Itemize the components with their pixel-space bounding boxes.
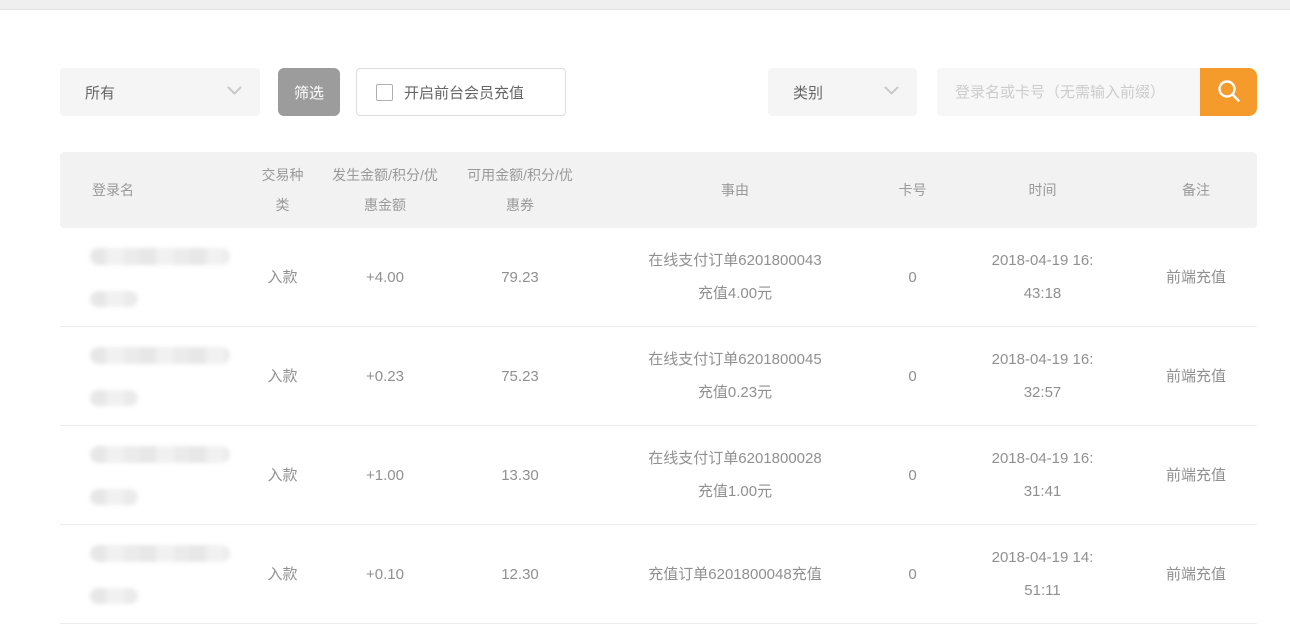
reason-cell: 在线支付订单6201800045充值0.23元 [595,327,875,426]
toolbar: 所有 筛选 开启前台会员充值 类别 [0,68,1290,116]
transactions-table: 登录名 交易种类 发生金额/积分/优惠金额 可用金额/积分/优惠券 事由 卡号 … [60,152,1257,624]
time-cell: 2018-04-19 16:43:18 [950,228,1135,327]
front-recharge-checkbox-group[interactable]: 开启前台会员充值 [356,68,566,116]
amount-cell: +4.00 [325,228,445,327]
col-header-time: 时间 [950,152,1135,228]
trade-type-cell: 入款 [240,525,325,624]
card-no-cell: 0 [875,525,950,624]
col-header-available: 可用金额/积分/优惠券 [445,152,595,228]
reason-cell: 在线支付订单6201800043充值4.00元 [595,228,875,327]
redacted-text-blur [90,489,138,505]
category-select-value: 类别 [793,82,823,103]
redacted-text-blur [90,248,230,265]
amount-cell: +1.00 [325,426,445,525]
note-cell: 前端充值 [1135,525,1257,624]
card-no-cell: 0 [875,327,950,426]
table-row: 入款 +0.10 12.30 充值订单6201800048充值 0 2018-0… [60,525,1257,624]
filter-button[interactable]: 筛选 [278,68,340,116]
available-cell: 79.23 [445,228,595,327]
redacted-login [60,228,240,327]
reason-cell: 充值订单6201800048充值 [595,525,875,624]
search-icon [1215,77,1243,108]
col-header-reason: 事由 [595,152,875,228]
amount-cell: +0.23 [325,327,445,426]
available-cell: 75.23 [445,327,595,426]
chevron-down-icon [884,83,899,101]
scope-select-value: 所有 [85,82,115,103]
time-cell: 2018-04-19 16:31:41 [950,426,1135,525]
search-button[interactable] [1200,68,1257,116]
note-cell: 前端充值 [1135,426,1257,525]
redacted-login [60,327,240,426]
col-header-login: 登录名 [60,152,240,228]
redacted-text-blur [90,347,230,364]
card-no-cell: 0 [875,228,950,327]
time-cell: 2018-04-19 16:32:57 [950,327,1135,426]
redacted-login [60,525,240,624]
checkbox-unchecked-icon[interactable] [376,84,393,101]
card-no-cell: 0 [875,426,950,525]
amount-cell: +0.10 [325,525,445,624]
redacted-text-blur [90,390,138,406]
note-cell: 前端充值 [1135,228,1257,327]
note-cell: 前端充值 [1135,327,1257,426]
redacted-text-blur [90,545,230,562]
time-cell: 2018-04-19 14:51:11 [950,525,1135,624]
table-row: 入款 +1.00 13.30 在线支付订单6201800028充值1.00元 0… [60,426,1257,525]
available-cell: 12.30 [445,525,595,624]
trade-type-cell: 入款 [240,426,325,525]
redacted-text-blur [90,588,138,604]
search-input[interactable] [937,68,1200,116]
table-header-row: 登录名 交易种类 发生金额/积分/优惠金额 可用金额/积分/优惠券 事由 卡号 … [60,152,1257,228]
front-recharge-checkbox-label: 开启前台会员充值 [404,82,524,103]
category-select[interactable]: 类别 [768,68,917,116]
redacted-text-blur [90,291,138,307]
redacted-text-blur [90,446,230,463]
col-header-note: 备注 [1135,152,1257,228]
top-strip [0,0,1290,10]
trade-type-cell: 入款 [240,327,325,426]
chevron-down-icon [227,83,242,101]
table-row: 入款 +4.00 79.23 在线支付订单6201800043充值4.00元 0… [60,228,1257,327]
trade-type-cell: 入款 [240,228,325,327]
redacted-login [60,426,240,525]
available-cell: 13.30 [445,426,595,525]
table-row: 入款 +0.23 75.23 在线支付订单6201800045充值0.23元 0… [60,327,1257,426]
col-header-trade-type: 交易种类 [240,152,325,228]
col-header-amount: 发生金额/积分/优惠金额 [325,152,445,228]
col-header-card-no: 卡号 [875,152,950,228]
scope-select[interactable]: 所有 [60,68,260,116]
reason-cell: 在线支付订单6201800028充值1.00元 [595,426,875,525]
